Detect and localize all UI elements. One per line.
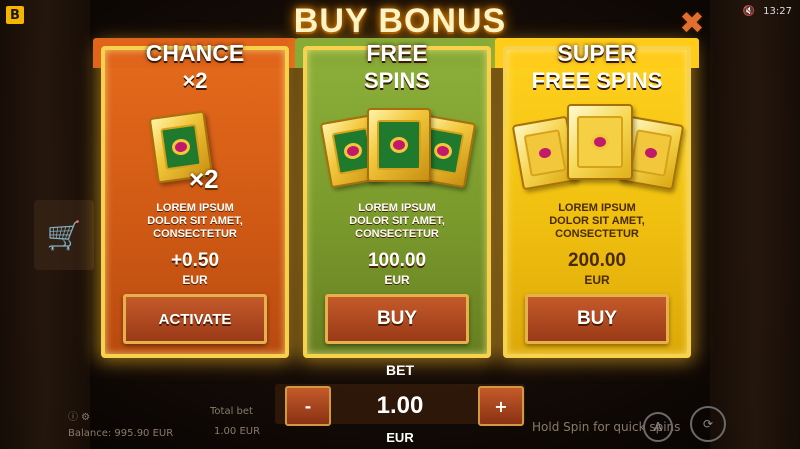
card-title: SUPER — [557, 40, 637, 66]
card-price: 100.00 — [367, 250, 427, 271]
book-icon — [367, 108, 431, 182]
card-currency: EUR — [384, 273, 410, 287]
card-price: 200.00 — [567, 250, 627, 271]
bonus-card-super-free-spins: SUPER FREE SPINS LOREM IPSUM DOLOR SIT A… — [495, 38, 699, 358]
bonus-card-chance: CHANCE ×2 ×2 LOREM IPSUM DOLOR SIT AMET,… — [93, 38, 297, 358]
card-subtitle: SPINS — [363, 68, 431, 93]
close-icon: ✖ — [679, 6, 705, 41]
bet-currency: EUR — [386, 430, 414, 445]
bonus-card-free-spins: FREE SPINS LOREM IPSUM DOLOR SIT AMET, C… — [295, 38, 499, 358]
card-currency: EUR — [584, 273, 610, 287]
background-pillar — [710, 0, 800, 449]
card-subtitle: FREE SPINS — [531, 68, 663, 93]
card-title: FREE — [366, 40, 428, 66]
cart-icon: 🛒 — [34, 200, 94, 270]
card-currency: EUR — [182, 273, 208, 287]
multiplier-label: ×2 — [189, 164, 219, 194]
card-description: LOREM IPSUM DOLOR SIT AMET, CONSECTETUR — [349, 202, 445, 240]
bet-value: 1.00 — [376, 392, 424, 419]
card-price: +0.50 — [170, 250, 220, 271]
card-subtitle: ×2 — [182, 68, 208, 93]
book-icon — [567, 104, 633, 180]
card-description: LOREM IPSUM DOLOR SIT AMET, CONSECTETUR — [549, 202, 645, 240]
bet-label: BET — [386, 362, 414, 378]
card-description: LOREM IPSUM DOLOR SIT AMET, CONSECTETUR — [147, 202, 243, 240]
close-button[interactable]: ✖ — [678, 9, 706, 39]
buy-free-spins-button[interactable]: BUY — [325, 294, 469, 344]
card-title: CHANCE — [145, 40, 245, 66]
buy-super-free-spins-button[interactable]: BUY — [525, 294, 669, 344]
activate-button[interactable]: ACTIVATE — [123, 294, 267, 344]
